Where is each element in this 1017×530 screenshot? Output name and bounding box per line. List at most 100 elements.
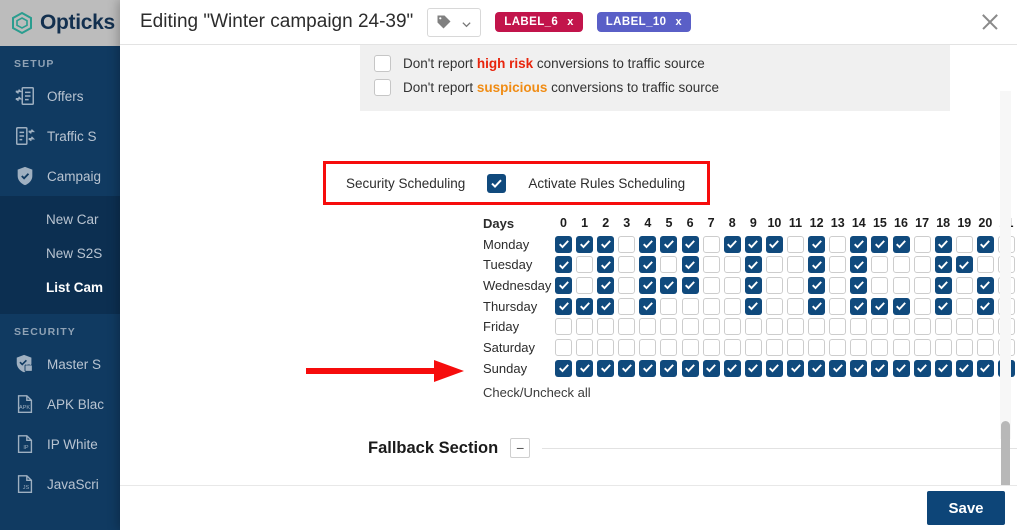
checkbox[interactable] — [374, 54, 391, 72]
schedule-cell-sunday-20[interactable] — [976, 359, 994, 377]
schedule-cell-tuesday-5[interactable] — [660, 256, 678, 274]
schedule-cell-tuesday-6[interactable] — [681, 256, 699, 274]
close-icon[interactable] — [977, 9, 1003, 35]
schedule-cell-thursday-1[interactable] — [576, 297, 594, 315]
report-option-high-risk[interactable]: Don't report high risk conversions to tr… — [374, 51, 936, 75]
schedule-cell-monday-16[interactable] — [892, 235, 910, 253]
schedule-cell-monday-14[interactable] — [850, 235, 868, 253]
schedule-cell-tuesday-19[interactable] — [955, 256, 973, 274]
schedule-cell-sunday-14[interactable] — [850, 359, 868, 377]
schedule-cell-monday-20[interactable] — [976, 235, 994, 253]
schedule-cell-sunday-13[interactable] — [829, 359, 847, 377]
schedule-cell-monday-8[interactable] — [723, 235, 741, 253]
schedule-cell-thursday-8[interactable] — [723, 297, 741, 315]
schedule-cell-wednesday-8[interactable] — [723, 276, 741, 294]
schedule-cell-saturday-14[interactable] — [850, 338, 868, 356]
schedule-cell-friday-14[interactable] — [850, 318, 868, 336]
schedule-cell-friday-2[interactable] — [597, 318, 615, 336]
schedule-cell-saturday-8[interactable] — [723, 338, 741, 356]
sidebar-item-new-campaign[interactable]: New Car — [0, 202, 130, 236]
schedule-cell-saturday-15[interactable] — [871, 338, 889, 356]
schedule-cell-saturday-20[interactable] — [976, 338, 994, 356]
schedule-cell-saturday-2[interactable] — [597, 338, 615, 356]
schedule-cell-sunday-19[interactable] — [955, 359, 973, 377]
schedule-cell-wednesday-9[interactable] — [744, 276, 762, 294]
activate-rules-scheduling-checkbox[interactable] — [487, 173, 507, 193]
schedule-cell-wednesday-0[interactable] — [555, 276, 572, 294]
schedule-cell-tuesday-16[interactable] — [892, 256, 910, 274]
schedule-cell-saturday-0[interactable] — [555, 338, 572, 356]
schedule-cell-tuesday-14[interactable] — [850, 256, 868, 274]
schedule-cell-sunday-8[interactable] — [723, 359, 741, 377]
sidebar-item-new-s2s[interactable]: New S2S — [0, 236, 130, 270]
schedule-cell-wednesday-4[interactable] — [639, 276, 657, 294]
schedule-cell-wednesday-6[interactable] — [681, 276, 699, 294]
schedule-cell-monday-17[interactable] — [913, 235, 931, 253]
schedule-cell-tuesday-7[interactable] — [702, 256, 720, 274]
schedule-cell-monday-15[interactable] — [871, 235, 889, 253]
schedule-cell-tuesday-13[interactable] — [829, 256, 847, 274]
schedule-cell-monday-6[interactable] — [681, 235, 699, 253]
schedule-cell-friday-16[interactable] — [892, 318, 910, 336]
schedule-cell-sunday-5[interactable] — [660, 359, 678, 377]
schedule-cell-tuesday-15[interactable] — [871, 256, 889, 274]
schedule-cell-monday-19[interactable] — [955, 235, 973, 253]
schedule-cell-wednesday-10[interactable] — [765, 276, 783, 294]
schedule-cell-thursday-19[interactable] — [955, 297, 973, 315]
schedule-cell-saturday-7[interactable] — [702, 338, 720, 356]
schedule-cell-friday-9[interactable] — [744, 318, 762, 336]
schedule-cell-wednesday-2[interactable] — [597, 276, 615, 294]
schedule-cell-tuesday-11[interactable] — [787, 256, 805, 274]
schedule-cell-thursday-17[interactable] — [913, 297, 931, 315]
schedule-cell-thursday-12[interactable] — [808, 297, 826, 315]
schedule-cell-tuesday-3[interactable] — [618, 256, 636, 274]
schedule-cell-wednesday-13[interactable] — [829, 276, 847, 294]
schedule-cell-sunday-17[interactable] — [913, 359, 931, 377]
sidebar-item-campaigns[interactable]: Campaig — [0, 156, 130, 196]
schedule-cell-saturday-5[interactable] — [660, 338, 678, 356]
schedule-cell-friday-6[interactable] — [681, 318, 699, 336]
schedule-cell-friday-12[interactable] — [808, 318, 826, 336]
schedule-cell-wednesday-14[interactable] — [850, 276, 868, 294]
schedule-cell-saturday-11[interactable] — [787, 338, 805, 356]
schedule-cell-friday-17[interactable] — [913, 318, 931, 336]
schedule-cell-monday-2[interactable] — [597, 235, 615, 253]
schedule-cell-wednesday-18[interactable] — [934, 276, 952, 294]
schedule-cell-saturday-1[interactable] — [576, 338, 594, 356]
schedule-cell-tuesday-20[interactable] — [976, 256, 994, 274]
schedule-cell-thursday-3[interactable] — [618, 297, 636, 315]
schedule-cell-sunday-12[interactable] — [808, 359, 826, 377]
schedule-cell-thursday-2[interactable] — [597, 297, 615, 315]
label-chip-1[interactable]: LABEL_6 x — [495, 12, 583, 32]
checkbox[interactable] — [374, 78, 391, 96]
schedule-cell-saturday-9[interactable] — [744, 338, 762, 356]
schedule-cell-saturday-10[interactable] — [765, 338, 783, 356]
schedule-cell-friday-10[interactable] — [765, 318, 783, 336]
schedule-cell-thursday-4[interactable] — [639, 297, 657, 315]
schedule-cell-monday-1[interactable] — [576, 235, 594, 253]
tag-select-dropdown[interactable] — [427, 7, 482, 37]
schedule-cell-tuesday-10[interactable] — [765, 256, 783, 274]
schedule-cell-thursday-9[interactable] — [744, 297, 762, 315]
schedule-cell-tuesday-18[interactable] — [934, 256, 952, 274]
sidebar-item-list-campaigns[interactable]: List Cam — [0, 270, 130, 304]
schedule-cell-wednesday-12[interactable] — [808, 276, 826, 294]
schedule-cell-wednesday-5[interactable] — [660, 276, 678, 294]
schedule-cell-wednesday-3[interactable] — [618, 276, 636, 294]
schedule-cell-friday-20[interactable] — [976, 318, 994, 336]
schedule-cell-monday-11[interactable] — [787, 235, 805, 253]
schedule-cell-sunday-16[interactable] — [892, 359, 910, 377]
schedule-cell-wednesday-16[interactable] — [892, 276, 910, 294]
schedule-cell-monday-5[interactable] — [660, 235, 678, 253]
schedule-cell-sunday-6[interactable] — [681, 359, 699, 377]
schedule-cell-wednesday-7[interactable] — [702, 276, 720, 294]
schedule-cell-tuesday-0[interactable] — [555, 256, 572, 274]
schedule-cell-thursday-13[interactable] — [829, 297, 847, 315]
schedule-cell-tuesday-4[interactable] — [639, 256, 657, 274]
schedule-cell-saturday-4[interactable] — [639, 338, 657, 356]
schedule-cell-sunday-18[interactable] — [934, 359, 952, 377]
schedule-cell-friday-11[interactable] — [787, 318, 805, 336]
label-chip-remove-icon[interactable]: x — [567, 16, 574, 28]
schedule-cell-wednesday-15[interactable] — [871, 276, 889, 294]
schedule-cell-friday-13[interactable] — [829, 318, 847, 336]
